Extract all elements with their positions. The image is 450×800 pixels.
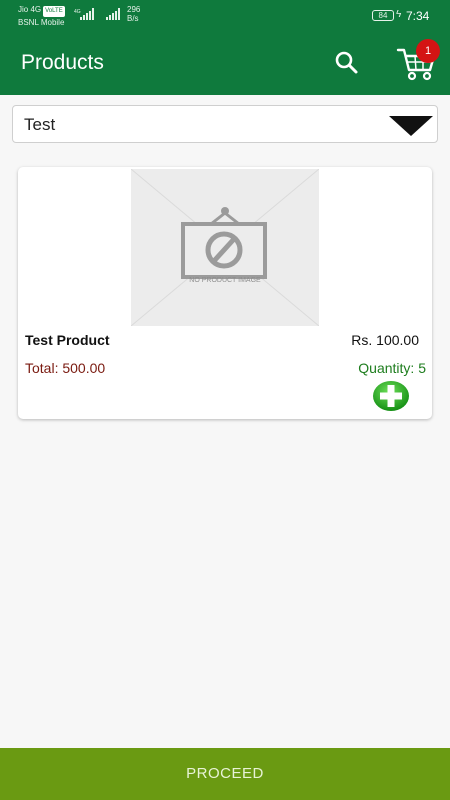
search-button[interactable]	[333, 49, 361, 77]
status-time: 7:34	[406, 9, 430, 23]
carrier-1-name: Jio 4G	[18, 5, 42, 14]
add-icon	[373, 381, 409, 411]
product-image-placeholder: NO PRODUCT IMAGE	[131, 169, 319, 326]
category-selected-value: Test	[24, 115, 56, 134]
network-speed: 296 B/s	[127, 5, 140, 23]
cart-count-badge: 1	[416, 39, 440, 63]
network-speed-value: 296	[127, 5, 141, 14]
carrier-2-name: BSNL Mobile	[18, 18, 65, 27]
signal-icon	[106, 8, 120, 20]
status-bar: Jio 4G VoLTE BSNL Mobile 4G 296 B/s 84 ϟ …	[0, 0, 450, 32]
product-price: Rs. 100.00	[351, 332, 419, 348]
network-speed-unit: B/s	[127, 14, 139, 23]
charging-icon: ϟ	[396, 9, 402, 20]
battery-level: 84	[378, 11, 388, 20]
product-name: Test Product	[25, 332, 110, 348]
product-total: Total: 500.00	[25, 360, 106, 376]
search-icon	[335, 51, 358, 74]
no-image-icon	[131, 169, 319, 326]
chevron-down-icon	[389, 116, 433, 136]
product-quantity: Quantity: 5	[358, 360, 426, 376]
add-quantity-button[interactable]	[372, 380, 410, 412]
signal-icon	[80, 8, 94, 20]
app-bar: Products 1	[0, 32, 450, 95]
category-dropdown[interactable]: Test	[12, 105, 438, 143]
page-title: Products	[21, 51, 104, 74]
no-image-label: NO PRODUCT IMAGE	[189, 277, 261, 284]
product-card[interactable]: NO PRODUCT IMAGE Test Product Rs. 100.00…	[18, 167, 432, 419]
carrier-info: Jio 4G VoLTE BSNL Mobile	[18, 4, 65, 28]
battery-icon: 84	[372, 10, 394, 21]
proceed-button[interactable]: PROCEED	[0, 748, 450, 800]
volte-badge: VoLTE	[43, 6, 65, 17]
